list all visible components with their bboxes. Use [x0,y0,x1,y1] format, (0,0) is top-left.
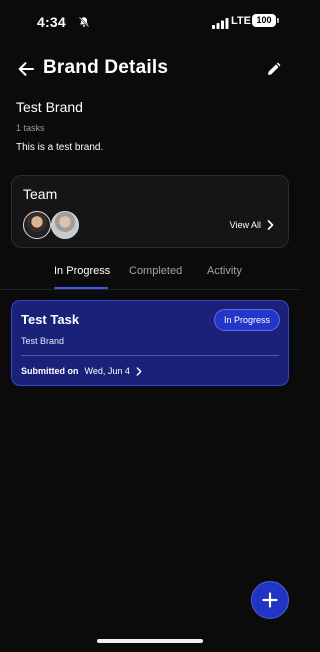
pencil-icon [267,62,280,75]
avatar[interactable] [51,211,79,239]
avatar[interactable] [23,211,51,239]
brand-description: This is a test brand. [16,142,104,153]
task-brand: Test Brand [21,336,65,346]
network-type: LTE [231,15,251,27]
submitted-date-row[interactable]: Submitted on Wed, Jun 4 [21,366,142,376]
active-tab-indicator [54,287,108,289]
tab-activity[interactable]: Activity [207,265,242,277]
app-header: Brand Details [0,52,300,86]
back-button[interactable] [14,57,38,81]
task-count: 1 tasks [16,123,45,133]
status-bar: 4:34 LTE 100 [0,0,300,44]
submitted-label: Submitted on [21,366,79,376]
submitted-date: Wed, Jun 4 [84,366,130,376]
page-title: Brand Details [43,57,169,78]
edit-brand-button[interactable] [262,58,284,80]
team-card: Team View All [11,175,289,248]
battery-icon: 100 [252,14,279,27]
bell-slash-icon [78,15,90,28]
divider [21,355,279,356]
brand-name: Test Brand [16,99,83,115]
tab-in-progress[interactable]: In Progress [54,265,110,277]
status-time: 4:34 [37,14,66,30]
status-badge: In Progress [214,309,280,331]
arrow-left-icon [18,62,34,76]
cellular-signal-icon [212,16,229,29]
tab-completed[interactable]: Completed [129,265,182,277]
home-indicator [97,639,203,643]
task-tabs: In Progress Completed Activity [0,262,300,290]
chevron-right-icon [136,366,142,376]
team-title: Team [23,186,58,202]
view-all-button[interactable]: View All [230,220,274,230]
task-card[interactable]: Test Task In Progress Test Brand Submitt… [11,300,289,386]
plus-icon [262,592,278,608]
add-task-button[interactable] [251,581,289,619]
view-all-label: View All [229,220,261,230]
chevron-right-icon [267,220,274,230]
task-title: Test Task [21,312,80,327]
